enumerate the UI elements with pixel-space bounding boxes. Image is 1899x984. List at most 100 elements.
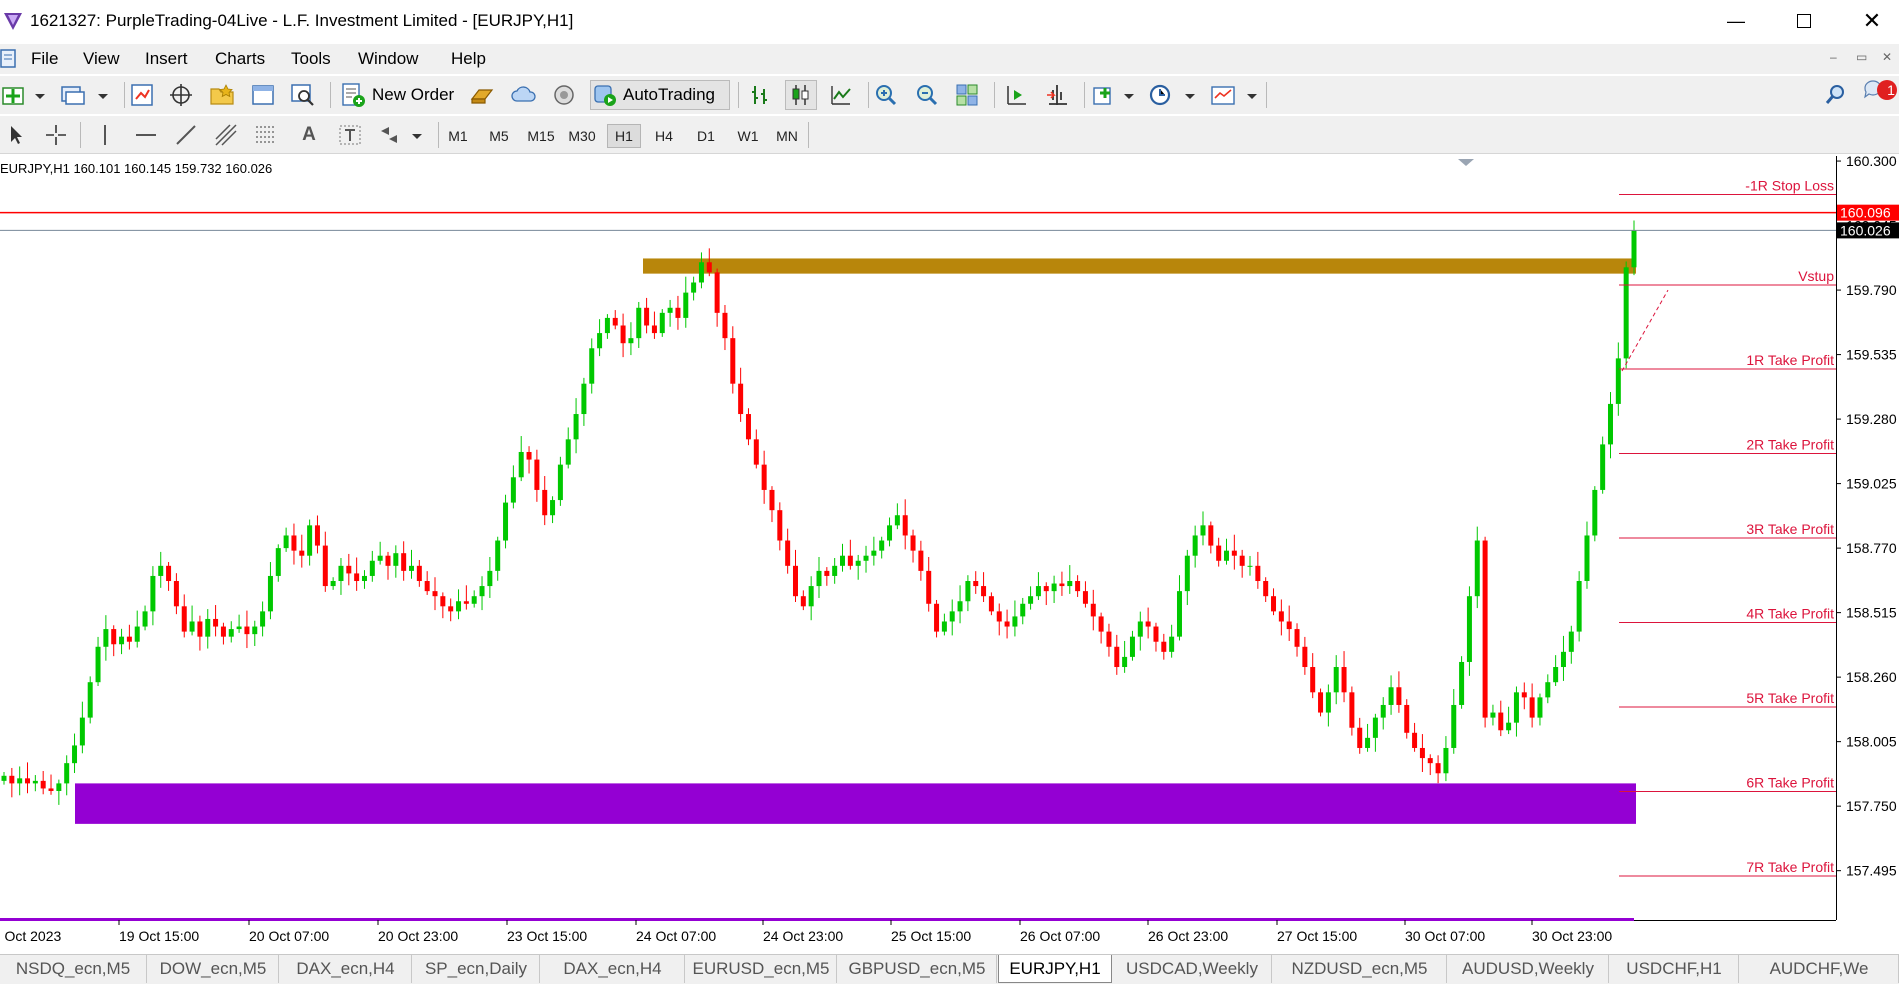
line-chart-icon xyxy=(831,86,851,105)
bear-candle xyxy=(981,586,987,597)
menu-help[interactable]: Help xyxy=(451,49,486,69)
maximize-button[interactable] xyxy=(1774,0,1834,42)
bear-candle xyxy=(1098,616,1104,632)
chart-tab[interactable]: SP_ecn,Daily xyxy=(413,955,540,983)
mdi-minimize-button[interactable]: – xyxy=(1830,50,1837,64)
bull-candle xyxy=(56,783,62,791)
profiles-button[interactable] xyxy=(60,83,108,107)
tile-windows-button[interactable] xyxy=(954,83,980,107)
chart-tab[interactable]: DAX_ecn,H4 xyxy=(541,955,685,983)
bar-chart-button[interactable] xyxy=(747,83,773,107)
signals-button[interactable] xyxy=(511,83,537,107)
menu-tools[interactable]: Tools xyxy=(291,49,331,69)
text-tool-button[interactable]: A xyxy=(296,123,322,147)
new-chart-button[interactable] xyxy=(2,83,46,107)
maximize-icon xyxy=(1797,14,1811,28)
chart-shift-button[interactable] xyxy=(1003,83,1029,107)
timeframe-d1[interactable]: D1 xyxy=(689,124,723,148)
timeframe-m5[interactable]: M5 xyxy=(482,124,516,148)
menu-charts[interactable]: Charts xyxy=(215,49,265,69)
bear-candle xyxy=(1529,697,1535,718)
bull-candle xyxy=(1584,535,1590,582)
chart-window[interactable]: 160.300160.045159.790159.535159.280159.0… xyxy=(0,156,1899,954)
chart-tab[interactable]: USDCHF,H1 xyxy=(1610,955,1739,983)
cloud-icon xyxy=(511,86,536,102)
periods-button[interactable] xyxy=(1148,83,1196,107)
horizontal-line-button[interactable] xyxy=(133,123,159,147)
timeframe-m15[interactable]: M15 xyxy=(524,124,558,148)
data-window-button[interactable] xyxy=(168,83,194,107)
chart-tab[interactable]: AUDCHF,We xyxy=(1740,955,1899,983)
bear-candle xyxy=(1278,611,1284,622)
chart-tab[interactable]: NSDQ_ecn,M5 xyxy=(0,955,147,983)
bull-candle xyxy=(1035,586,1041,597)
candlestick-chart-button[interactable] xyxy=(785,80,817,110)
timeframe-m1[interactable]: M1 xyxy=(441,124,475,148)
bull-candle xyxy=(840,555,846,566)
bull-candle xyxy=(189,621,195,632)
market-watch-button[interactable] xyxy=(129,83,155,107)
line-chart-button[interactable] xyxy=(828,83,854,107)
chart-tab[interactable]: DAX_ecn,H4 xyxy=(280,955,412,983)
x-tick-label: 30 Oct 23:00 xyxy=(1532,928,1612,944)
chart-tab[interactable]: AUDUSD,Weekly xyxy=(1448,955,1609,983)
chart-tab[interactable]: DOW_ecn,M5 xyxy=(148,955,279,983)
gold-bar-button[interactable] xyxy=(469,83,495,107)
bull-candle xyxy=(1051,583,1057,592)
templates-button[interactable] xyxy=(1210,83,1258,107)
bull-candle xyxy=(659,312,665,334)
cursor-tool-button[interactable] xyxy=(3,123,29,147)
zoom-out-button[interactable] xyxy=(914,83,940,107)
autoscroll-button[interactable] xyxy=(1044,83,1070,107)
timeframe-mn[interactable]: MN xyxy=(770,124,804,148)
bear-candle xyxy=(1161,641,1167,652)
bull-candle xyxy=(510,477,516,503)
crosshair-icon xyxy=(46,125,66,145)
mdi-restore-button[interactable]: ▭ xyxy=(1856,50,1867,64)
search-button[interactable] xyxy=(1823,83,1849,107)
vertical-line-button[interactable] xyxy=(92,123,118,147)
market-button[interactable] xyxy=(551,83,577,107)
new-order-button[interactable]: New Order xyxy=(340,80,462,110)
chart-tab[interactable]: GBPUSD_ecn,M5 xyxy=(838,955,997,983)
chart-tab[interactable]: USDCAD,Weekly xyxy=(1113,955,1272,983)
strategy-tester-button[interactable] xyxy=(290,83,316,107)
crosshair-tool-button[interactable] xyxy=(43,123,69,147)
bull-candle xyxy=(1607,403,1613,445)
autotrading-button[interactable]: AutoTrading xyxy=(590,80,730,110)
bear-candle xyxy=(1255,565,1261,582)
chart-tab[interactable]: EURJPY,H1 xyxy=(998,955,1112,983)
menu-file[interactable]: File xyxy=(31,49,58,69)
timeframe-h4[interactable]: H4 xyxy=(647,124,681,148)
trendline-button[interactable] xyxy=(173,123,199,147)
bear-candle xyxy=(824,570,830,576)
terminal-button[interactable] xyxy=(250,83,276,107)
notifications-button[interactable]: 1 xyxy=(1862,78,1898,110)
mdi-close-button[interactable]: ✕ xyxy=(1882,50,1892,64)
bear-candle xyxy=(745,414,751,440)
bear-candle xyxy=(753,439,759,465)
bull-candle xyxy=(87,682,93,718)
timeframe-h1[interactable]: H1 xyxy=(607,124,641,148)
bull-candle xyxy=(150,575,156,612)
zoom-in-button[interactable] xyxy=(873,83,899,107)
close-button[interactable]: ✕ xyxy=(1842,0,1899,42)
chart-tab[interactable]: EURUSD_ecn,M5 xyxy=(686,955,837,983)
text-label-button[interactable] xyxy=(337,123,363,147)
menu-window[interactable]: Window xyxy=(358,49,418,69)
minimize-button[interactable]: — xyxy=(1706,0,1766,42)
chart-tab[interactable]: NZDUSD_ecn,M5 xyxy=(1273,955,1447,983)
timeframe-m30[interactable]: M30 xyxy=(565,124,599,148)
fibonacci-button[interactable] xyxy=(253,123,279,147)
timeframe-w1[interactable]: W1 xyxy=(731,124,765,148)
price-chart[interactable]: 160.300160.045159.790159.535159.280159.0… xyxy=(0,156,1899,954)
bull-candle xyxy=(683,292,689,318)
menu-view[interactable]: View xyxy=(83,49,120,69)
arrows-button[interactable] xyxy=(378,123,422,147)
indicators-button[interactable] xyxy=(1092,83,1134,107)
menu-insert[interactable]: Insert xyxy=(145,49,188,69)
navigator-button[interactable] xyxy=(209,83,235,107)
equidistant-channel-button[interactable] xyxy=(213,123,239,147)
y-tick-label: 159.280 xyxy=(1846,411,1897,427)
chart-tab-bar: NSDQ_ecn,M5 DOW_ecn,M5 DAX_ecn,H4 SP_ecn,Da… xyxy=(0,954,1899,984)
